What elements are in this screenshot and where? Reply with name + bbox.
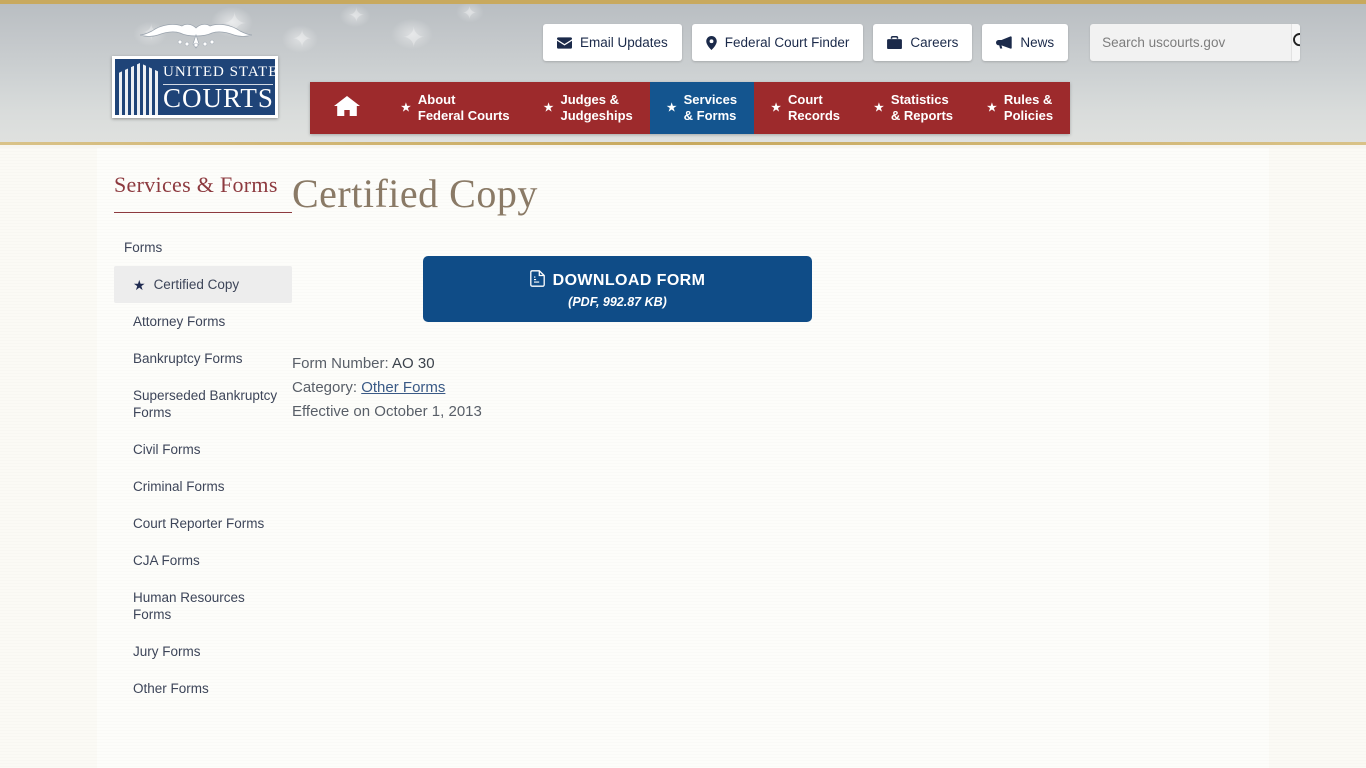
sidebar-heading: Services & Forms — [114, 172, 292, 213]
page-body: Services & Forms Forms ★ Certified Copy … — [0, 148, 1366, 768]
category-link[interactable]: Other Forms — [361, 379, 445, 396]
sidebar-item-human-resources-forms[interactable]: Human Resources Forms — [114, 579, 292, 633]
courthouse-icon — [119, 63, 161, 115]
home-icon — [334, 95, 360, 121]
nav-item-about-line2: Federal Courts — [417, 108, 510, 123]
nav-item-court-records-line2: Records — [788, 108, 841, 123]
category-row: Category: Other Forms — [292, 376, 1252, 400]
nav-item-statistics-line1: Statistics — [890, 92, 949, 107]
decorative-star-icon: ✦ — [402, 22, 426, 53]
search-box[interactable] — [1090, 24, 1301, 61]
federal-court-finder-button[interactable]: Federal Court Finder — [691, 24, 864, 61]
decorative-star-icon: ✦ — [462, 3, 478, 23]
sidebar-item-other-forms[interactable]: Other Forms — [114, 670, 292, 707]
form-metadata: Form Number: AO 30 Category: Other Forms… — [292, 352, 1252, 424]
eagle-icon — [139, 22, 253, 58]
sidebar-item-attorney-forms[interactable]: Attorney Forms — [114, 303, 292, 340]
nav-item-services-forms[interactable]: ★ Services & Forms — [649, 82, 755, 134]
nav-item-rules-policies[interactable]: ★ Rules & Policies — [970, 82, 1071, 134]
news-label: News — [1020, 35, 1055, 50]
content-container: Services & Forms Forms ★ Certified Copy … — [97, 148, 1269, 768]
nav-item-statistics-reports[interactable]: ★ Statistics & Reports — [857, 82, 971, 134]
logo-line-1: UNITED STATES — [163, 64, 278, 80]
main-navigation: ★ About Federal Courts ★ Judges & Judges… — [310, 82, 1071, 134]
nav-item-court-records[interactable]: ★ Court Records — [754, 82, 858, 134]
sidebar-item-criminal-forms-label: Criminal Forms — [133, 479, 225, 494]
category-label: Category: — [292, 379, 358, 396]
star-icon: ★ — [133, 276, 146, 293]
page-title: Certified Copy — [292, 171, 538, 216]
download-form-label: DOWNLOAD FORM — [552, 271, 706, 289]
sidebar-item-forms-label: Forms — [124, 240, 163, 255]
email-updates-label: Email Updates — [580, 35, 668, 50]
search-button[interactable] — [1291, 24, 1301, 61]
pdf-file-icon — [529, 269, 545, 292]
megaphone-icon — [996, 36, 1013, 49]
sidebar-item-other-forms-label: Other Forms — [133, 681, 209, 696]
download-file-info: (PDF, 992.87 KB) — [568, 294, 667, 309]
search-icon — [1292, 32, 1301, 53]
careers-label: Careers — [910, 35, 959, 50]
sidebar-item-civil-forms[interactable]: Civil Forms — [114, 431, 292, 468]
sidebar-item-superseded-bankruptcy-forms[interactable]: Superseded Bankruptcy Forms — [114, 377, 292, 431]
nav-item-home[interactable] — [310, 82, 384, 134]
logo-line-2: COURTS — [163, 83, 274, 113]
sidebar: Services & Forms Forms ★ Certified Copy … — [114, 172, 292, 707]
envelope-icon — [557, 36, 572, 49]
nav-item-judges-line2: Judgeships — [560, 108, 633, 123]
download-form-button[interactable]: DOWNLOAD FORM (PDF, 992.87 KB) — [423, 256, 812, 322]
sidebar-item-jury-forms[interactable]: Jury Forms — [114, 633, 292, 670]
sidebar-item-jury-forms-label: Jury Forms — [133, 644, 201, 659]
star-icon: ★ — [401, 101, 411, 114]
sidebar-item-cja-forms[interactable]: CJA Forms — [114, 542, 292, 579]
nav-item-services-line2: & Forms — [683, 108, 737, 123]
nav-item-services-line1: Services — [683, 92, 738, 107]
form-number-value: AO 30 — [392, 355, 435, 372]
sidebar-item-human-resources-forms-label: Human Resources Forms — [133, 590, 245, 622]
utility-button-row: Email Updates Federal Court Finder Caree… — [543, 24, 1301, 61]
logo-plaque: UNITED STATES COURTS — [112, 56, 278, 118]
nav-item-about-federal-courts[interactable]: ★ About Federal Courts — [384, 82, 527, 134]
sidebar-item-court-reporter-forms[interactable]: Court Reporter Forms — [114, 505, 292, 542]
nav-item-judges-line1: Judges & — [560, 92, 620, 107]
nav-item-judges-judgeships[interactable]: ★ Judges & Judgeships — [526, 82, 650, 134]
sidebar-item-bankruptcy-forms[interactable]: Bankruptcy Forms — [114, 340, 292, 377]
briefcase-icon — [887, 36, 903, 49]
star-icon: ★ — [771, 101, 781, 114]
star-icon: ★ — [987, 101, 997, 114]
nav-item-rules-line2: Policies — [1003, 108, 1054, 123]
star-icon: ★ — [874, 101, 884, 114]
main-content: Certified Copy DOWNLOAD FORM (PDF, 992.8… — [292, 172, 1252, 424]
decorative-star-icon: ✦ — [348, 5, 365, 27]
sidebar-item-certified-copy[interactable]: ★ Certified Copy — [114, 266, 292, 303]
nav-item-about-line1: About — [417, 92, 456, 107]
nav-item-court-records-line1: Court — [788, 92, 823, 107]
map-pin-icon — [706, 35, 717, 50]
sidebar-item-court-reporter-forms-label: Court Reporter Forms — [133, 516, 265, 531]
site-header: ✦ ✦ ✦ ✦ ✦ ✦ UNITED STATES COURTS — [0, 0, 1366, 145]
form-number-row: Form Number: AO 30 — [292, 352, 1252, 376]
nav-item-statistics-line2: & Reports — [890, 108, 954, 123]
search-input[interactable] — [1090, 24, 1292, 61]
form-number-label: Form Number: — [292, 355, 389, 372]
sidebar-item-civil-forms-label: Civil Forms — [133, 442, 201, 457]
sidebar-menu: Forms ★ Certified Copy Attorney Forms Ba… — [114, 229, 292, 707]
sidebar-item-bankruptcy-forms-label: Bankruptcy Forms — [133, 351, 243, 366]
email-updates-button[interactable]: Email Updates — [543, 24, 682, 61]
decorative-star-icon: ✦ — [292, 26, 313, 53]
site-logo[interactable]: UNITED STATES COURTS — [112, 23, 278, 118]
nav-item-rules-line1: Rules & — [1003, 92, 1053, 107]
effective-date-row: Effective on October 1, 2013 — [292, 403, 482, 420]
sidebar-item-attorney-forms-label: Attorney Forms — [133, 314, 226, 329]
star-icon: ★ — [543, 101, 554, 114]
sidebar-item-superseded-bankruptcy-forms-label: Superseded Bankruptcy Forms — [133, 388, 278, 420]
sidebar-item-criminal-forms[interactable]: Criminal Forms — [114, 468, 292, 505]
star-icon: ★ — [666, 101, 677, 114]
federal-court-finder-label: Federal Court Finder — [724, 35, 850, 50]
news-button[interactable]: News — [982, 24, 1069, 61]
sidebar-item-forms[interactable]: Forms — [114, 229, 292, 266]
careers-button[interactable]: Careers — [873, 24, 973, 61]
sidebar-item-certified-copy-label: Certified Copy — [153, 277, 240, 292]
sidebar-item-cja-forms-label: CJA Forms — [133, 553, 200, 568]
